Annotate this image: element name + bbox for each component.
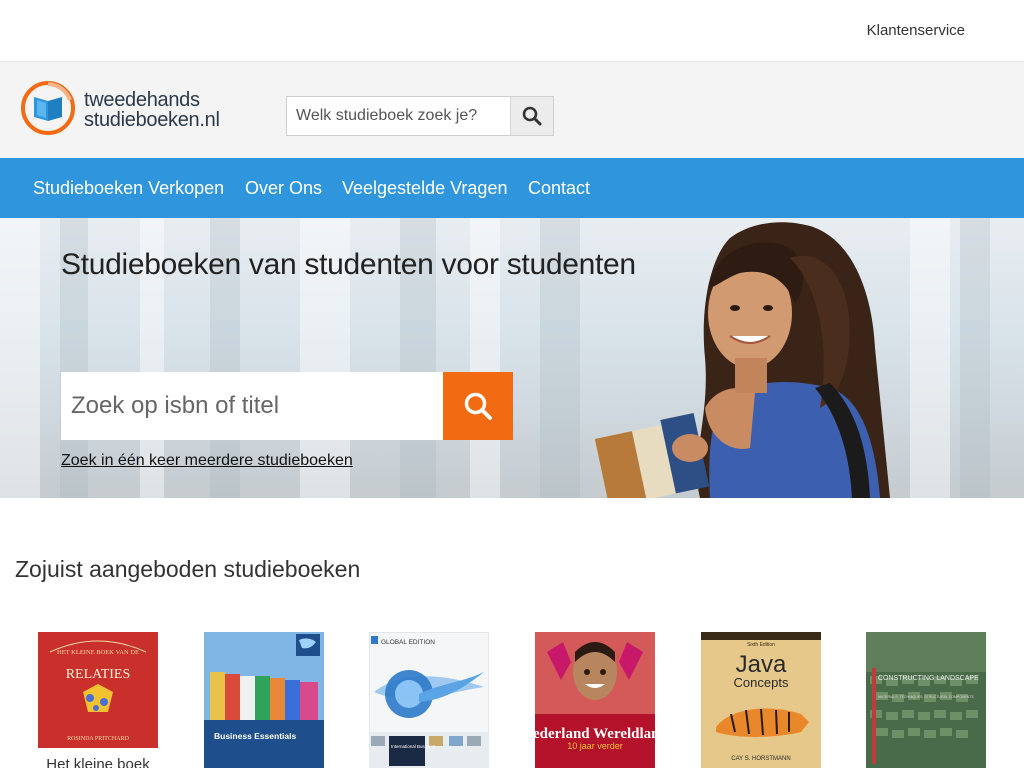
logo-text: tweedehands studieboeken.nl (84, 90, 220, 130)
book-card[interactable]: Business Essentials (204, 632, 324, 768)
book-4-cover-sub: 10 jaar verder (567, 741, 623, 751)
hero-banner: Studieboeken van studenten voor studente… (0, 218, 1024, 498)
book-cover-3: GLOBAL EDITION International Business (369, 632, 489, 768)
logo-line-1: tweedehands (84, 89, 200, 111)
customer-service-link[interactable]: Klantenservice (867, 22, 965, 39)
book-5-cover-author: CAY S. HORSTMANN (731, 756, 790, 762)
book-6-cover-title: CONSTRUCTING LANDSCAPE (878, 675, 979, 682)
section-title: Zojuist aangeboden studieboeken (15, 556, 361, 582)
multi-search-link[interactable]: Zoek in één keer meerdere studieboeken (61, 452, 353, 470)
book-cover-2: Business Essentials (204, 632, 324, 768)
book-cover-4: Nederland Wereldland 10 jaar verder (535, 632, 655, 768)
book-2-cover-title: Business Essentials (214, 731, 296, 741)
book-card[interactable]: GLOBAL EDITION International Business (369, 632, 489, 768)
hero-search-input[interactable] (61, 372, 443, 440)
book-3-cover-title: International Business (391, 744, 436, 749)
search-icon (522, 106, 542, 126)
header-search-button[interactable] (510, 97, 553, 135)
site-logo[interactable]: tweedehands studieboeken.nl (20, 80, 250, 140)
book-1-cover-author: ROSINDA PRITCHARD (67, 736, 130, 742)
book-1-cover-title: RELATIES (66, 667, 131, 682)
book-cover-5: Sixth Edition Java Concepts CAY S. HORST… (701, 632, 821, 768)
book-4-cover-title: Nederland Wereldland (535, 726, 655, 742)
student-photo (594, 222, 890, 498)
nav-item-veelgestelde-vragen[interactable]: Veelgestelde Vragen (342, 178, 507, 199)
book-cover-6: CONSTRUCTING LANDSCAPE MATERIALS, TECHNI… (866, 632, 986, 768)
nav-item-contact[interactable]: Contact (528, 178, 590, 199)
logo-line-2: studieboeken.nl (84, 109, 220, 131)
book-5-edition: Sixth Edition (747, 642, 775, 648)
book-6-cover-sub: MATERIALS, TECHNIQUES, STRUCTURAL COMPON… (878, 695, 974, 699)
search-icon (464, 392, 492, 420)
hero-title: Studieboeken van studenten voor studente… (61, 248, 636, 281)
hero-search (61, 372, 513, 440)
nav-item-over-ons[interactable]: Over Ons (245, 178, 322, 199)
book-card[interactable]: CONSTRUCTING LANDSCAPE MATERIALS, TECHNI… (866, 632, 986, 768)
site-header: tweedehands studieboeken.nl (0, 62, 1024, 158)
book-card[interactable]: HET KLEINE BOEK VAN DE RELATIES ROSINDA … (38, 632, 158, 768)
book-5-cover-sub: Concepts (734, 675, 789, 690)
top-bar: Klantenservice (0, 0, 1024, 62)
hero-search-button[interactable] (443, 372, 513, 440)
header-search (286, 96, 554, 136)
book-1-title[interactable]: Het kleine boek (18, 756, 178, 768)
header-search-input[interactable] (287, 97, 511, 135)
book-cover-1: HET KLEINE BOEK VAN DE RELATIES ROSINDA … (38, 632, 158, 768)
nav-item-studieboeken-verkopen[interactable]: Studieboeken Verkopen (33, 178, 224, 199)
book-5-cover-title: Java (736, 651, 787, 678)
book-logo-icon (21, 81, 75, 135)
book-list: HET KLEINE BOEK VAN DE RELATIES ROSINDA … (0, 632, 1024, 768)
book-card[interactable]: Nederland Wereldland 10 jaar verder (535, 632, 655, 768)
book-3-badge: GLOBAL EDITION (381, 639, 435, 646)
main-nav: Studieboeken Verkopen Over Ons Veelgeste… (0, 158, 1024, 218)
book-1-cover-top: HET KLEINE BOEK VAN DE (57, 649, 139, 656)
book-card[interactable]: Sixth Edition Java Concepts CAY S. HORST… (701, 632, 821, 768)
